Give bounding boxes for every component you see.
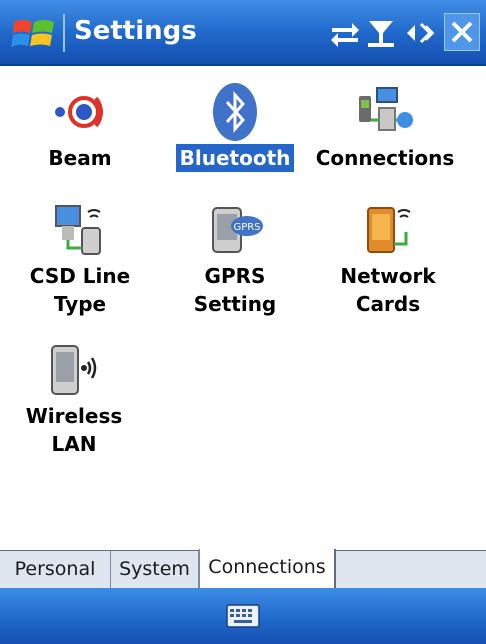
tab-connections[interactable]: Connections (199, 549, 336, 589)
gprs-setting-label-2: Setting (193, 292, 277, 316)
connections-icon (359, 87, 413, 131)
gprs-setting-label-1: GPRS (204, 264, 266, 288)
title-separator (63, 14, 65, 52)
windows-start-icon[interactable] (10, 14, 58, 54)
title-bar: Settings (0, 0, 486, 66)
beam-icon (55, 96, 103, 128)
settings-item-csd-line-type[interactable]: CSD Line Type (10, 198, 150, 318)
close-button[interactable] (444, 13, 480, 51)
keyboard-icon[interactable] (226, 604, 260, 628)
close-icon (451, 21, 473, 43)
window-title: Settings (74, 16, 197, 46)
settings-item-network-cards[interactable]: Network Cards (318, 198, 458, 318)
network-cards-icon (367, 207, 411, 253)
svg-text:GPRS: GPRS (233, 222, 260, 233)
connections-label: Connections (315, 146, 455, 170)
sync-icon[interactable] (328, 16, 362, 50)
tab-system[interactable]: System (111, 551, 199, 588)
tab-personal[interactable]: Personal (0, 551, 111, 588)
beam-label: Beam (48, 146, 112, 170)
wireless-lan-label-1: Wireless (25, 404, 123, 428)
csd-line-type-label-2: Type (53, 292, 107, 316)
settings-icon-grid: Beam Bluetooth Connections CSD Line Type (0, 66, 486, 550)
settings-item-beam[interactable]: Beam (15, 80, 145, 172)
csd-line-type-label-1: CSD Line (29, 264, 131, 288)
network-cards-label-2: Cards (355, 292, 421, 316)
menu-bar (0, 588, 486, 644)
bluetooth-icon (213, 83, 257, 141)
signal-icon[interactable] (364, 16, 398, 50)
wireless-lan-icon (51, 345, 97, 395)
bluetooth-label: Bluetooth (175, 144, 295, 172)
tab-strip: Personal System Connections (0, 549, 486, 589)
speaker-icon[interactable] (404, 16, 438, 50)
settings-item-wireless-lan[interactable]: Wireless LAN (14, 338, 134, 458)
csd-line-type-icon (55, 205, 101, 255)
wireless-lan-label-2: LAN (51, 432, 97, 456)
settings-item-connections[interactable]: Connections (312, 80, 458, 172)
settings-item-gprs-setting[interactable]: GPRS GPRS Setting (160, 198, 310, 318)
settings-item-bluetooth[interactable]: Bluetooth (160, 80, 310, 172)
network-cards-label-1: Network (340, 264, 436, 288)
gprs-setting-icon: GPRS (212, 207, 263, 253)
